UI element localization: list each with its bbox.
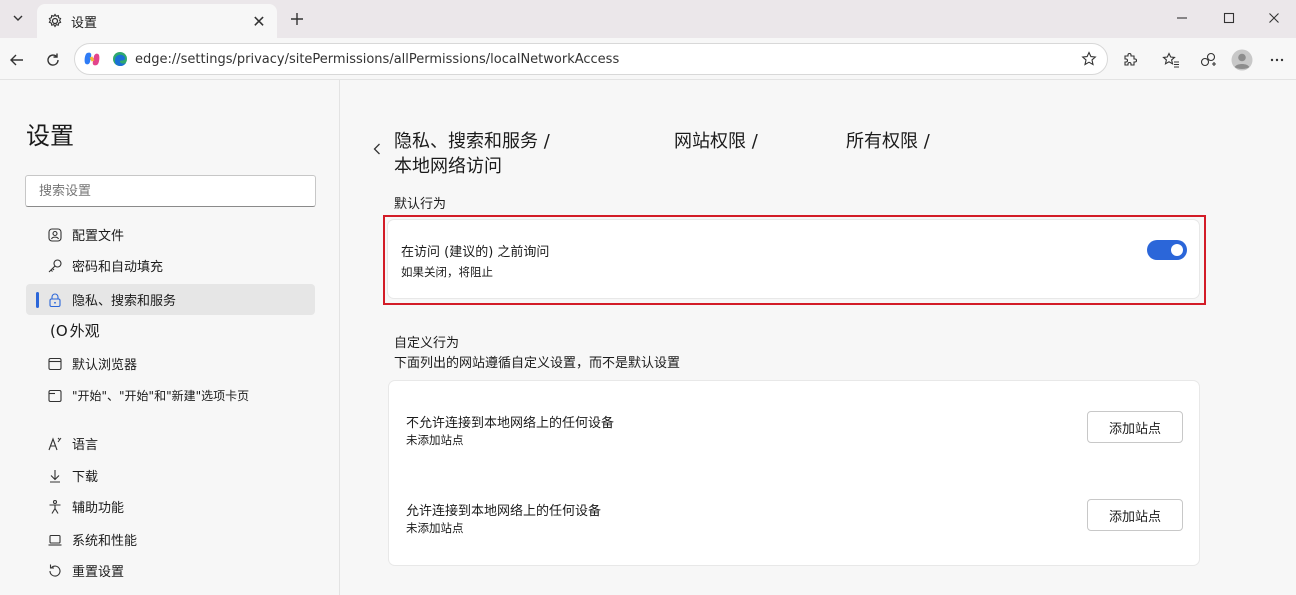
favorite-button[interactable] — [1079, 49, 1099, 69]
sidebar-item-label: 默认浏览器 — [72, 358, 138, 373]
tab-settings[interactable]: 设置 ✕ — [37, 4, 277, 38]
default-behavior-heading: 默认行为 — [394, 197, 447, 212]
more-options-button[interactable] — [1263, 46, 1291, 74]
newtab-icon — [46, 387, 64, 405]
maximize-button[interactable] — [1206, 0, 1252, 36]
tab-list-button[interactable] — [5, 6, 31, 30]
refresh-button[interactable] — [39, 46, 67, 74]
sidebar-item-profiles[interactable]: 配置文件 — [26, 219, 315, 250]
sidebar-item-label: "开始"、"开始"和"新建"选项卡页 — [72, 389, 250, 403]
sidebar-item-start-home-newtab[interactable]: "开始"、"开始"和"新建"选项卡页 — [26, 380, 315, 411]
title-bar: 设置 ✕ — [0, 0, 1296, 38]
appearance-icon: (O — [50, 321, 68, 340]
site-info-button[interactable] — [111, 50, 129, 68]
settings-main: 隐私、搜索和服务 / 网站权限 / 所有权限 / 本地网络访问 默认行为 在访问… — [341, 80, 1296, 595]
sidebar-item-reset[interactable]: 重置设置 — [26, 555, 315, 586]
close-icon: ✕ — [252, 11, 266, 31]
browser-icon — [46, 355, 64, 373]
sidebar-item-label: 下载 — [72, 470, 99, 485]
copilot-icon — [84, 52, 100, 66]
new-tab-button[interactable] — [284, 6, 310, 32]
tab-title: 设置 — [71, 15, 98, 31]
sidebar-item-label: 辅助功能 — [72, 501, 125, 516]
arrow-left-icon — [10, 54, 23, 66]
star-icon — [1081, 51, 1097, 66]
edge-icon — [113, 52, 127, 67]
sidebar-item-default-browser[interactable]: 默认浏览器 — [26, 348, 315, 379]
breadcrumb-privacy[interactable]: 隐私、搜索和服务 / — [394, 127, 550, 153]
url-text[interactable]: edge://settings/privacy/sitePermissions/… — [135, 52, 1079, 67]
block-list-title: 不允许连接到本地网络上的任何设备 — [406, 416, 615, 431]
sidebar-item-label: 外观 — [69, 322, 100, 340]
breadcrumb-site-permissions[interactable]: 网站权限 / — [674, 127, 758, 153]
ask-before-access-title: 在访问 (建议的) 之前询问 — [401, 245, 550, 260]
chevron-down-icon — [13, 15, 23, 21]
avatar-icon — [1231, 49, 1253, 71]
close-tab-button[interactable]: ✕ — [249, 11, 269, 31]
navigation-bar: edge://settings/privacy/sitePermissions/… — [0, 38, 1296, 80]
minimize-icon — [1177, 17, 1187, 19]
sidebar-item-label: 重置设置 — [72, 565, 125, 580]
minimize-button[interactable] — [1159, 0, 1205, 36]
favorites-icon — [1162, 52, 1179, 68]
sidebar-item-label: 密码和自动填充 — [72, 260, 164, 275]
add-allowed-site-button[interactable]: 添加站点 — [1087, 499, 1183, 531]
refresh-icon — [47, 53, 59, 66]
add-blocked-site-button[interactable]: 添加站点 — [1087, 411, 1183, 443]
accessibility-icon — [46, 498, 64, 516]
language-icon — [46, 435, 64, 453]
profile-icon — [46, 226, 64, 244]
custom-behavior-heading: 自定义行为 — [394, 336, 460, 351]
page-title: 本地网络访问 — [394, 156, 502, 177]
custom-behavior-description: 下面列出的网站遵循自定义设置，而不是默认设置 — [394, 356, 681, 371]
back-breadcrumb-button[interactable] — [368, 138, 386, 160]
sidebar-item-appearance[interactable]: (O 外观 — [26, 315, 315, 346]
lock-icon — [46, 291, 64, 309]
extensions-button[interactable] — [1116, 46, 1144, 74]
address-bar[interactable]: edge://settings/privacy/sitePermissions/… — [74, 43, 1108, 75]
profile-button[interactable] — [1228, 46, 1256, 74]
collections-button[interactable] — [1194, 46, 1222, 74]
sidebar-item-label: 语言 — [72, 438, 99, 453]
favorites-button[interactable] — [1157, 46, 1185, 74]
download-icon — [46, 467, 64, 485]
maximize-icon — [1223, 12, 1235, 24]
sidebar-item-system[interactable]: 系统和性能 — [26, 524, 315, 555]
default-behavior-card: 在访问 (建议的) 之前询问 如果关闭，将阻止 — [388, 220, 1199, 298]
collections-icon — [1200, 52, 1216, 67]
ask-before-access-subtitle: 如果关闭，将阻止 — [401, 265, 493, 279]
sidebar-title: 设置 — [26, 122, 74, 150]
sidebar-item-passwords[interactable]: 密码和自动填充 — [26, 250, 315, 281]
chevron-left-icon — [373, 143, 380, 155]
plus-icon — [291, 13, 303, 25]
settings-sidebar: 设置 配置文件 密码和自动填充 隐私、搜索和服务 (O 外观 默认浏览器 "开始… — [0, 80, 340, 595]
close-icon — [1269, 13, 1279, 23]
window-close-button[interactable] — [1251, 0, 1296, 36]
allow-list-empty: 未添加站点 — [406, 521, 464, 535]
sidebar-item-accessibility[interactable]: 辅助功能 — [26, 491, 315, 522]
block-list-empty: 未添加站点 — [406, 433, 464, 447]
back-button[interactable] — [3, 46, 31, 74]
key-icon — [46, 257, 64, 275]
reset-icon — [46, 562, 64, 580]
gear-icon — [48, 13, 62, 28]
allow-list-title: 允许连接到本地网络上的任何设备 — [406, 504, 602, 519]
custom-behavior-card: 不允许连接到本地网络上的任何设备 未添加站点 添加站点 允许连接到本地网络上的任… — [389, 381, 1199, 565]
copilot-button[interactable] — [81, 48, 103, 70]
sidebar-item-downloads[interactable]: 下载 — [26, 460, 315, 491]
sidebar-item-label: 隐私、搜索和服务 — [72, 294, 177, 309]
toggle-knob — [1171, 244, 1183, 256]
ellipsis-icon — [1270, 58, 1284, 62]
search-input[interactable] — [25, 175, 316, 207]
laptop-icon — [46, 531, 64, 549]
breadcrumb-all-permissions[interactable]: 所有权限 / — [846, 127, 930, 153]
sidebar-item-privacy[interactable]: 隐私、搜索和服务 — [26, 284, 315, 315]
sidebar-item-label: 配置文件 — [72, 229, 125, 244]
puzzle-icon — [1124, 53, 1137, 66]
sidebar-item-label: 系统和性能 — [72, 534, 138, 549]
sidebar-item-languages[interactable]: 语言 — [26, 428, 315, 459]
ask-before-access-toggle[interactable] — [1147, 240, 1187, 260]
